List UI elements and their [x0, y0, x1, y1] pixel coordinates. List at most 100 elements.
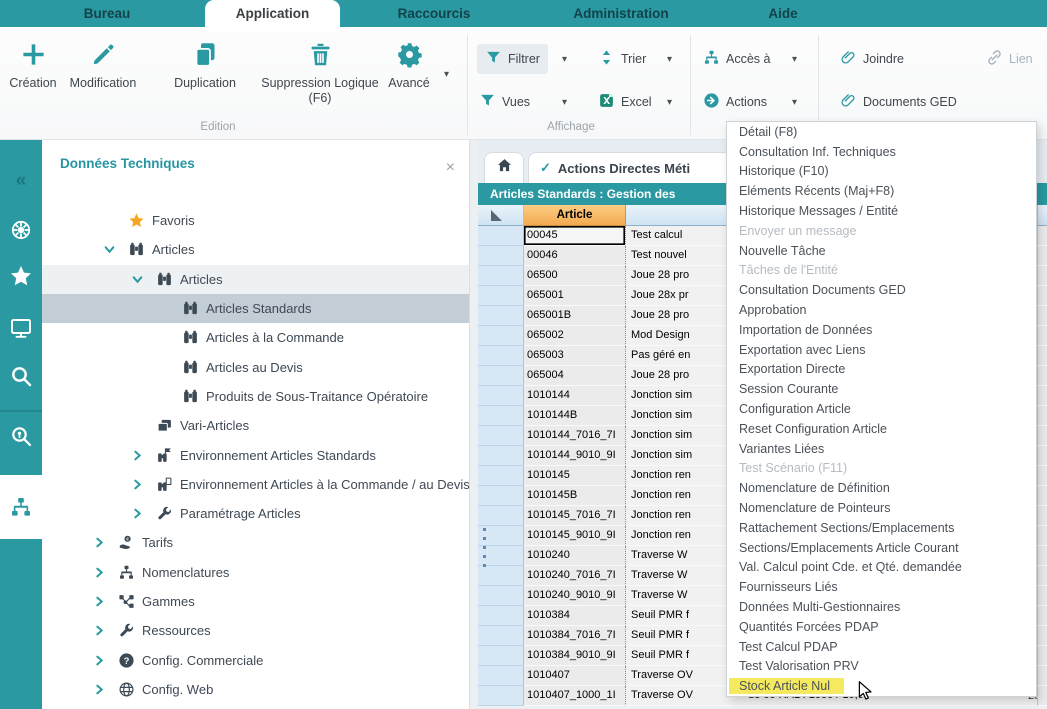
menu-item-reset-configuration-article[interactable]: Reset Configuration Article [727, 419, 1036, 439]
chevron-down-icon[interactable] [100, 244, 126, 255]
article-code-cell[interactable]: 065004 [524, 366, 626, 386]
wheel-icon[interactable] [0, 215, 42, 245]
chevron-right-icon[interactable] [90, 684, 116, 695]
row-selector-cell[interactable] [478, 246, 524, 266]
menu-item-session-courante[interactable]: Session Courante [727, 379, 1036, 399]
menu-item-detail-f8[interactable]: Détail (F8) [727, 122, 1036, 142]
actions-button[interactable]: Actions [703, 87, 767, 117]
article-code-cell[interactable]: 1010144_7016_7I [524, 426, 626, 446]
menubar-tab-administration[interactable]: Administration [556, 0, 686, 27]
tree-item-articles[interactable]: Articles [42, 235, 469, 264]
menubar-tab-aide[interactable]: Aide [755, 0, 811, 27]
row-selector-cell[interactable] [478, 426, 524, 446]
vues-caret-icon[interactable]: ▾ [562, 87, 567, 117]
menu-item-fournisseurs-lies[interactable]: Fournisseurs Liés [727, 577, 1036, 597]
tree-item-articles-au-devis[interactable]: Articles au Devis [42, 352, 469, 381]
lien-button[interactable]: Lien [986, 44, 1033, 74]
tree-item-articles[interactable]: Articles [42, 265, 469, 294]
active-document-tab[interactable]: ✓ Actions Directes Méti [528, 152, 754, 183]
row-selector-cell[interactable] [478, 386, 524, 406]
documents-ged-button[interactable]: Documents GED [840, 87, 957, 117]
tree-item-config-web[interactable]: Config. Web [42, 675, 469, 704]
avance-button[interactable]: Avancé [379, 35, 439, 133]
column-header-article[interactable]: Article [524, 205, 626, 226]
chevron-right-icon[interactable] [128, 479, 154, 490]
menu-item-historique-messages-entite[interactable]: Historique Messages / Entité [727, 201, 1036, 221]
menu-item-exportation-avec-liens[interactable]: Exportation avec Liens [727, 340, 1036, 360]
menu-item-nomenclature-de-definition[interactable]: Nomenclature de Définition [727, 478, 1036, 498]
actions-caret-icon[interactable]: ▾ [792, 87, 797, 117]
search-icon[interactable] [0, 361, 42, 391]
row-selector-cell[interactable] [478, 346, 524, 366]
row-selector-cell[interactable] [478, 446, 524, 466]
chevron-right-icon[interactable] [128, 450, 154, 461]
tree-item-nomenclatures[interactable]: Nomenclatures [42, 558, 469, 587]
panel-splitter-handle[interactable] [482, 528, 486, 570]
menu-item-elements-recents-maj-f8[interactable]: Eléments Récents (Maj+F8) [727, 181, 1036, 201]
row-selector-cell[interactable] [478, 646, 524, 666]
sitemap-icon[interactable] [0, 475, 42, 539]
creation-button[interactable]: Création [3, 35, 63, 133]
monitor-icon[interactable] [0, 313, 42, 343]
article-code-cell[interactable]: 1010144_9010_9I [524, 446, 626, 466]
tree-item-config-commerciale[interactable]: ?Config. Commerciale [42, 645, 469, 674]
row-selector-cell[interactable] [478, 406, 524, 426]
tree-item-favoris[interactable]: Favoris [42, 206, 469, 235]
row-selector-cell[interactable] [478, 506, 524, 526]
chevron-right-icon[interactable] [90, 596, 116, 607]
row-selector-cell[interactable] [478, 606, 524, 626]
search-pin-icon[interactable] [0, 421, 42, 451]
acces-a-button[interactable]: Accès à [703, 44, 770, 74]
filtrer-caret-icon[interactable]: ▾ [562, 44, 567, 74]
article-code-cell[interactable]: 1010384_7016_7I [524, 626, 626, 646]
home-tab[interactable] [484, 152, 524, 183]
suppression-button[interactable]: Suppression Logique (F6) [261, 35, 379, 133]
chevron-right-icon[interactable] [128, 508, 154, 519]
vues-button[interactable]: Vues [479, 87, 530, 117]
row-selector-cell[interactable] [478, 286, 524, 306]
chevron-right-icon[interactable] [90, 567, 116, 578]
menu-item-historique-f10[interactable]: Historique (F10) [727, 162, 1036, 182]
duplication-button[interactable]: Duplication [161, 35, 249, 133]
article-code-cell[interactable]: 1010240_7016_7I [524, 566, 626, 586]
article-code-cell[interactable]: 065002 [524, 326, 626, 346]
menu-item-variantes-liees[interactable]: Variantes Liées [727, 439, 1036, 459]
article-code-cell[interactable]: 1010144 [524, 386, 626, 406]
row-selector-cell[interactable] [478, 486, 524, 506]
select-all-corner-cell[interactable] [478, 205, 524, 226]
article-code-cell[interactable]: 1010145_9010_9I [524, 526, 626, 546]
row-selector-cell[interactable] [478, 586, 524, 606]
collapse-icon[interactable]: « [0, 166, 42, 196]
article-code-cell[interactable]: 00045 [524, 226, 626, 246]
menu-item-sections-emplacements-article-courant[interactable]: Sections/Emplacements Article Courant [727, 538, 1036, 558]
menu-item-exportation-directe[interactable]: Exportation Directe [727, 360, 1036, 380]
menu-item-donnees-multi-gestionnaires[interactable]: Données Multi-Gestionnaires [727, 597, 1036, 617]
modification-button[interactable]: Modification [61, 35, 145, 133]
tree-item-tarifs[interactable]: €Tarifs [42, 528, 469, 557]
tree-item-gammes[interactable]: Gammes [42, 587, 469, 616]
trier-button[interactable]: Trier [598, 44, 646, 74]
close-icon[interactable]: × [446, 160, 455, 176]
row-selector-cell[interactable] [478, 326, 524, 346]
menu-item-nomenclature-de-pointeurs[interactable]: Nomenclature de Pointeurs [727, 498, 1036, 518]
tree-item-environnement-articles-a-la-commande-au-devis[interactable]: Environnement Articles à la Commande / a… [42, 470, 469, 499]
row-selector-cell[interactable] [478, 626, 524, 646]
row-selector-cell[interactable] [478, 306, 524, 326]
article-code-cell[interactable]: 065001 [524, 286, 626, 306]
article-code-cell[interactable]: 1010407 [524, 666, 626, 686]
chevron-down-icon[interactable] [128, 274, 154, 285]
chevron-right-icon[interactable] [90, 537, 116, 548]
avance-caret-icon[interactable]: ▾ [444, 69, 449, 80]
article-code-cell[interactable]: 1010407_1000_1I [524, 686, 626, 706]
acces-a-caret-icon[interactable]: ▾ [792, 44, 797, 74]
article-code-cell[interactable]: 1010240_9010_9I [524, 586, 626, 606]
row-selector-cell[interactable] [478, 666, 524, 686]
row-selector-cell[interactable] [478, 686, 524, 706]
chevron-right-icon[interactable] [90, 625, 116, 636]
menu-item-quantites-forcees-pdap[interactable]: Quantités Forcées PDAP [727, 617, 1036, 637]
article-code-cell[interactable]: 1010384 [524, 606, 626, 626]
article-code-cell[interactable]: 1010384_9010_9I [524, 646, 626, 666]
star-icon[interactable] [0, 261, 42, 291]
menu-item-rattachement-sections-emplacements[interactable]: Rattachement Sections/Emplacements [727, 518, 1036, 538]
row-selector-cell[interactable] [478, 266, 524, 286]
